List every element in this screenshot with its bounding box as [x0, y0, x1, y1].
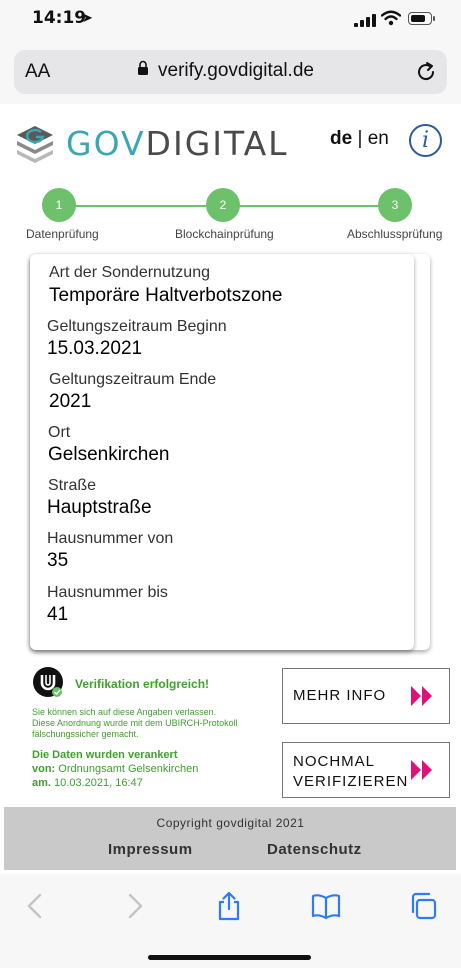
forward-icon[interactable] — [118, 890, 150, 922]
step-1-label: Datenprüfung — [26, 227, 99, 241]
impressum-link[interactable]: Impressum — [108, 841, 193, 858]
step-2-circle: 2 — [206, 188, 240, 222]
battery-icon — [408, 12, 435, 25]
wifi-icon — [381, 10, 401, 26]
step-2-label: Blockchainprüfung — [175, 227, 274, 241]
battery-fill — [411, 15, 425, 22]
reverify-button[interactable]: NOCHMAL VERIFIZIEREN — [282, 742, 450, 798]
lang-de-link[interactable]: de — [330, 128, 352, 149]
datenschutz-link[interactable]: Datenschutz — [267, 841, 362, 858]
field-value: 41 — [47, 604, 69, 625]
double-arrow-icon — [411, 686, 432, 706]
ubirch-verified-icon — [33, 667, 63, 697]
verification-note-line: fälschungssicher gemacht. — [32, 729, 139, 739]
brand-digital: DIGITAL — [145, 124, 289, 163]
stepper-line-2 — [224, 205, 396, 207]
stepper-line-1 — [58, 205, 224, 207]
back-icon[interactable] — [20, 890, 52, 922]
govdigital-logo-icon — [17, 126, 53, 163]
at-label: am. — [32, 777, 51, 789]
verification-success-text: Verifikation erfolgreich! — [75, 677, 210, 691]
field-value: Hauptstraße — [47, 497, 152, 518]
anchored-at: am. 10.03.2021, 16:47 — [32, 776, 143, 790]
reverify-label-line2: VERIFIZIEREN — [293, 773, 409, 790]
anchored-from: von: Ordnungsamt Gelsenkirchen — [32, 762, 198, 776]
step-3-label: Abschlussprüfung — [347, 227, 443, 241]
field-label: Geltungszeitraum Ende — [49, 371, 217, 388]
location-arrow-icon: ➤ — [82, 10, 93, 25]
home-indicator — [148, 955, 311, 960]
more-info-button[interactable]: MEHR INFO — [282, 668, 450, 724]
tabs-icon[interactable] — [407, 890, 439, 922]
from-value: Ordnungsamt Gelsenkirchen — [58, 763, 199, 775]
language-switcher: de | en — [330, 128, 389, 150]
step-3-circle: 3 — [378, 188, 412, 222]
lang-separator: | — [357, 128, 363, 149]
verification-note-line: Diese Anordnung wurde mit dem UBIRCH-Pro… — [32, 718, 238, 728]
verification-note-line: Sie können sich auf diese Angaben verlas… — [32, 707, 217, 717]
from-label: von: — [32, 763, 56, 775]
field-label: Straße — [48, 477, 97, 494]
field-value: 2021 — [49, 391, 92, 412]
field-label: Geltungszeitraum Beginn — [47, 318, 227, 335]
status-time: 14:19 — [32, 8, 87, 28]
copyright-text: Copyright govdigital 2021 — [156, 816, 305, 830]
info-icon[interactable]: i — [409, 124, 442, 157]
field-value: 35 — [47, 550, 69, 571]
field-label: Hausnummer von — [47, 530, 174, 547]
step-1-circle: 1 — [42, 188, 76, 222]
url-text[interactable]: verify.govdigital.de — [158, 60, 314, 82]
field-value: Temporäre Haltverbotszone — [49, 285, 283, 306]
lang-en-link[interactable]: en — [368, 128, 389, 149]
cellular-signal-icon — [354, 13, 376, 27]
brand-wordmark: GOVDIGITAL — [66, 124, 289, 163]
field-label: Hausnummer bis — [47, 584, 168, 601]
field-label: Art der Sondernutzung — [49, 264, 210, 281]
reload-icon[interactable] — [414, 60, 438, 84]
more-info-label: MEHR INFO — [293, 687, 387, 704]
reverify-label-line1: NOCHMAL — [293, 753, 376, 770]
bookmarks-icon[interactable] — [310, 890, 342, 922]
field-value: 15.03.2021 — [47, 338, 143, 359]
brand-gov: GOV — [66, 124, 146, 163]
at-value: 10.03.2021, 16:47 — [54, 777, 143, 789]
field-label: Ort — [48, 424, 71, 441]
double-arrow-icon — [411, 760, 432, 780]
lock-icon — [138, 60, 148, 75]
field-value: Gelsenkirchen — [48, 444, 170, 465]
share-icon[interactable] — [213, 890, 245, 922]
anchored-heading: Die Daten wurden verankert — [32, 749, 178, 761]
text-size-button[interactable]: AA — [25, 61, 50, 83]
